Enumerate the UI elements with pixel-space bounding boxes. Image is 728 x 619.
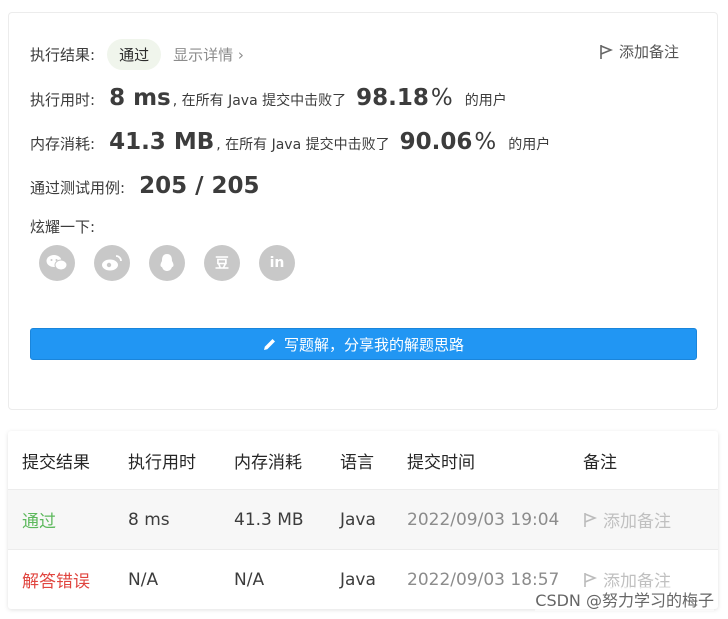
share-label: 炫耀一下: — [30, 218, 96, 236]
add-note-button[interactable]: 添加备注 — [599, 41, 679, 62]
chevron-right-icon: › — [237, 46, 244, 64]
submission-language: Java — [326, 549, 393, 609]
qq-icon[interactable] — [149, 245, 185, 281]
result-card: 执行结果: 通过 显示详情 › 添加备注 执行用时: 8 ms , 在所有 Ja… — [8, 12, 718, 410]
add-note-label: 添加备注 — [603, 512, 671, 532]
submissions-table-card: 提交结果 执行用时 内存消耗 语言 提交时间 备注 通过 8 ms 41.3 M… — [8, 431, 718, 609]
runtime-label: 执行用时: — [30, 91, 96, 109]
add-note-label: 添加备注 — [618, 43, 679, 61]
tests-label: 通过测试用例: — [30, 179, 126, 197]
flag-icon — [584, 512, 597, 527]
show-details-link[interactable]: 显示详情 › — [173, 44, 244, 65]
memory-percent: 90.06 — [399, 129, 473, 155]
tests-row: 通过测试用例: 205 / 205 — [30, 173, 262, 199]
table-header-row: 提交结果 执行用时 内存消耗 语言 提交时间 备注 — [8, 431, 718, 490]
weibo-icon[interactable] — [94, 245, 130, 281]
submission-runtime: N/A — [114, 549, 220, 609]
runtime-row: 执行用时: 8 ms , 在所有 Java 提交中击败了 98.18 % 的用户 — [30, 85, 507, 111]
show-details-label: 显示详情 — [173, 46, 234, 64]
submission-result-link[interactable]: 解答错误 — [8, 549, 114, 609]
tests-value: 205 / 205 — [139, 173, 260, 199]
table-row[interactable]: 通过 8 ms 41.3 MB Java 2022/09/03 19:04 添加… — [8, 489, 718, 550]
status-badge: 通过 — [107, 39, 162, 70]
submission-memory: N/A — [220, 549, 326, 609]
memory-users-text: 的用户 — [508, 137, 551, 153]
flag-icon — [600, 44, 613, 59]
submission-memory: 41.3 MB — [220, 489, 326, 550]
add-note-button[interactable]: 添加备注 — [583, 490, 718, 549]
pencil-icon — [263, 339, 275, 350]
douban-icon[interactable]: 豆 — [204, 245, 240, 281]
memory-label: 内存消耗: — [30, 135, 96, 153]
status-row: 执行结果: 通过 显示详情 › — [30, 39, 244, 70]
memory-value: 41.3 MB — [109, 129, 215, 155]
col-submit-time: 提交时间 — [407, 452, 475, 473]
col-memory: 内存消耗 — [234, 452, 302, 473]
runtime-percent-sign: % — [430, 85, 453, 111]
share-row-label: 炫耀一下: — [30, 216, 95, 237]
write-solution-label: 写题解，分享我的解题思路 — [283, 335, 464, 354]
col-language: 语言 — [340, 452, 374, 473]
submission-time: 2022/09/03 19:04 — [393, 489, 569, 550]
submission-note-cell: 添加备注 — [569, 489, 718, 550]
submissions-table: 提交结果 执行用时 内存消耗 语言 提交时间 备注 通过 8 ms 41.3 M… — [8, 431, 718, 609]
runtime-beat-text: , 在所有 Java 提交中击败了 — [172, 93, 347, 109]
submission-runtime: 8 ms — [114, 489, 220, 550]
submission-result-link[interactable]: 通过 — [8, 489, 114, 550]
memory-beat-text: , 在所有 Java 提交中击败了 — [216, 137, 390, 153]
col-result: 提交结果 — [22, 452, 90, 473]
col-runtime: 执行用时 — [128, 452, 196, 473]
memory-row: 内存消耗: 41.3 MB , 在所有 Java 提交中击败了 90.06 % … — [30, 129, 550, 155]
col-note: 备注 — [583, 452, 617, 473]
runtime-users-text: 的用户 — [464, 93, 507, 109]
watermark: CSDN @努力学习的梅子 — [535, 587, 714, 611]
flag-icon — [584, 572, 597, 587]
runtime-value: 8 ms — [109, 85, 171, 111]
share-buttons: 豆 in — [39, 245, 295, 281]
write-solution-button[interactable]: 写题解，分享我的解题思路 — [30, 328, 697, 360]
memory-percent-sign: % — [474, 129, 497, 155]
submission-language: Java — [326, 489, 393, 550]
wechat-icon[interactable] — [39, 245, 75, 281]
linkedin-icon[interactable]: in — [259, 245, 295, 281]
runtime-percent: 98.18 — [356, 85, 429, 111]
status-label: 执行结果: — [30, 46, 96, 64]
